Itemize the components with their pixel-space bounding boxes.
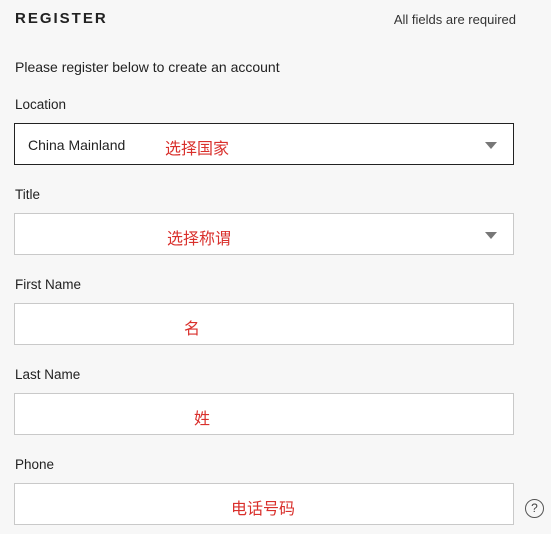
location-select[interactable]: China Mainland 选择国家 (14, 123, 514, 165)
first-name-field[interactable]: 名 (14, 303, 514, 345)
phone-annotation: 电话号码 (231, 499, 296, 518)
first-name-label: First Name (15, 277, 82, 292)
title-label: Title (15, 187, 41, 202)
last-name-annotation: 姓 (194, 409, 211, 428)
title-select[interactable]: 选择称谓 (14, 213, 514, 255)
first-name-annotation: 名 (184, 319, 201, 338)
last-name-field[interactable]: 姓 (14, 393, 514, 435)
chevron-down-icon (485, 142, 497, 149)
form-intro: Please register below to create an accou… (15, 59, 280, 75)
last-name-label: Last Name (15, 367, 81, 382)
form-title: REGISTER (15, 10, 108, 27)
register-form: REGISTER All fields are required Please … (0, 0, 551, 534)
phone-field[interactable]: 电话号码 (14, 483, 514, 525)
chevron-down-icon (485, 232, 497, 239)
help-icon[interactable]: ? (525, 499, 544, 518)
location-value: China Mainland (28, 137, 126, 153)
phone-label: Phone (15, 457, 55, 472)
location-annotation: 选择国家 (165, 139, 230, 158)
title-annotation: 选择称谓 (167, 229, 232, 248)
location-label: Location (15, 97, 67, 112)
required-note: All fields are required (393, 12, 516, 27)
